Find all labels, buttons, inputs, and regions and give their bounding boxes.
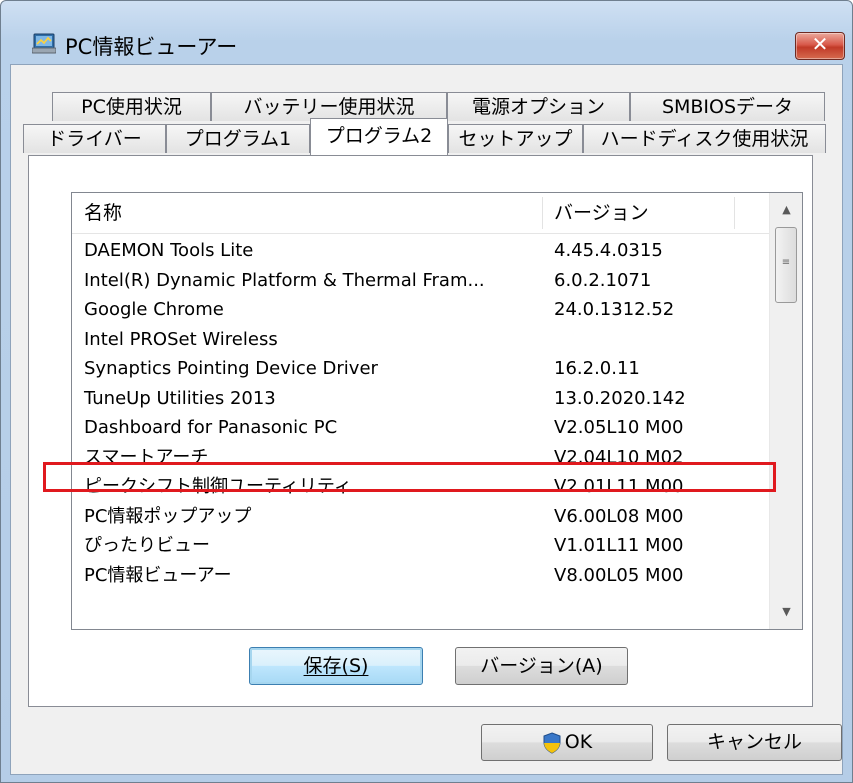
program-name: Intel(R) Dynamic Platform & Thermal Fram… xyxy=(84,269,485,291)
uac-shield-icon xyxy=(543,731,561,754)
column-header-name[interactable]: 名称 xyxy=(72,193,542,233)
tab-drivers[interactable]: ドライバー xyxy=(23,124,166,153)
list-item[interactable]: PC情報ポップアップ V6.00L08 M00 xyxy=(72,505,769,529)
program-version: V2.04L10 M02 xyxy=(554,446,684,468)
tab-pc-usage[interactable]: PC使用状況 xyxy=(52,92,211,121)
cancel-button[interactable]: キャンセル xyxy=(667,724,842,761)
program-name: PC情報ポップアップ xyxy=(84,505,252,527)
scroll-up-arrow-icon[interactable]: ▲ xyxy=(770,195,802,225)
list-item[interactable]: TuneUp Utilities 2013 13.0.2020.142 xyxy=(72,387,769,411)
program-version: V1.01L11 M00 xyxy=(554,535,684,556)
save-button[interactable]: 保存(S) xyxy=(249,647,423,685)
list-item[interactable]: Intel PROSet Wireless xyxy=(72,328,769,352)
ok-button-label: OK xyxy=(564,731,593,753)
program-name: ピークシフト制御ユーティリティ xyxy=(84,476,352,497)
program-name: スマートアーチ xyxy=(84,446,209,468)
list-item[interactable]: Google Chrome 24.0.1312.52 xyxy=(72,298,769,322)
ok-button[interactable]: OK xyxy=(481,724,653,761)
program-version: V6.00L08 M00 xyxy=(554,505,684,527)
close-icon: ✕ xyxy=(811,32,829,56)
list-item[interactable]: Synaptics Pointing Device Driver 16.2.0.1… xyxy=(72,357,769,381)
program-version: V8.00L05 M00 xyxy=(554,564,684,586)
program-name: Dashboard for Panasonic PC xyxy=(84,417,338,438)
save-button-label: 保存(S) xyxy=(303,655,369,677)
scrollbar-thumb[interactable]: ≡ xyxy=(775,227,797,303)
program-name: DAEMON Tools Lite xyxy=(84,240,254,261)
program-version: V2.05L10 M00 xyxy=(554,417,684,438)
program-version: 16.2.0.11 xyxy=(554,358,640,379)
tab-power-options[interactable]: 電源オプション xyxy=(447,92,630,121)
list-item[interactable]: Dashboard for Panasonic PC V2.05L10 M00 xyxy=(72,416,769,440)
list-item[interactable]: ぴったりビュー V1.01L11 M00 xyxy=(72,534,769,558)
tab-smbios-data[interactable]: SMBIOSデータ xyxy=(630,92,825,121)
tab-programs-2[interactable]: プログラム2 xyxy=(310,118,448,155)
cancel-button-label: キャンセル xyxy=(706,731,802,753)
tab-hdd-usage[interactable]: ハードディスク使用状況 xyxy=(583,124,826,153)
app-window: PC情報ビューアー ✕ PC使用状況 バッテリー使用状況 電源オプション SMB… xyxy=(0,0,853,783)
program-name: Synaptics Pointing Device Driver xyxy=(84,358,378,379)
version-button-label: バージョン(A) xyxy=(480,655,603,677)
program-name: ぴったりビュー xyxy=(84,535,210,556)
list-item[interactable]: Intel(R) Dynamic Platform & Thermal Fram… xyxy=(72,269,769,293)
vertical-scrollbar[interactable]: ▲ ≡ ▼ xyxy=(769,193,802,629)
program-name: Google Chrome xyxy=(84,299,224,320)
program-name: PC情報ビューアー xyxy=(84,564,232,586)
program-version: 24.0.1312.52 xyxy=(554,299,675,320)
program-name: TuneUp Utilities 2013 xyxy=(84,387,276,409)
scroll-down-arrow-icon[interactable]: ▼ xyxy=(770,597,802,627)
list-item[interactable]: ピークシフト制御ユーティリティ V2.01L11 M00 xyxy=(72,475,769,499)
tab-battery-usage[interactable]: バッテリー使用状況 xyxy=(211,92,447,121)
tab-programs-1[interactable]: プログラム1 xyxy=(166,124,310,153)
list-item[interactable]: DAEMON Tools Lite 4.45.4.0315 xyxy=(72,239,769,263)
tab-setup[interactable]: セットアップ xyxy=(448,124,583,153)
version-button[interactable]: バージョン(A) xyxy=(455,647,628,685)
program-version: 6.0.2.1071 xyxy=(554,269,652,291)
list-item[interactable]: スマートアーチ V2.04L10 M02 xyxy=(72,446,769,470)
program-version: 13.0.2020.142 xyxy=(554,387,686,409)
list-item[interactable]: PC情報ビューアー V8.00L05 M00 xyxy=(72,564,769,588)
program-version: V2.01L11 M00 xyxy=(554,476,684,497)
list-header: 名称 バージョン xyxy=(72,193,769,234)
column-divider[interactable] xyxy=(734,197,735,229)
column-header-version[interactable]: バージョン xyxy=(542,193,734,233)
pc-info-app-icon xyxy=(32,33,56,54)
close-button[interactable]: ✕ xyxy=(795,32,845,60)
grip-icon: ≡ xyxy=(781,257,791,268)
program-name: Intel PROSet Wireless xyxy=(84,328,278,350)
window-title: PC情報ビューアー xyxy=(65,35,238,59)
title-bar[interactable]: PC情報ビューアー ✕ xyxy=(1,1,852,61)
program-list[interactable]: 名称 バージョン DAEMON Tools Lite 4.45.4.0315 Int… xyxy=(71,192,803,630)
program-version: 4.45.4.0315 xyxy=(554,240,663,261)
